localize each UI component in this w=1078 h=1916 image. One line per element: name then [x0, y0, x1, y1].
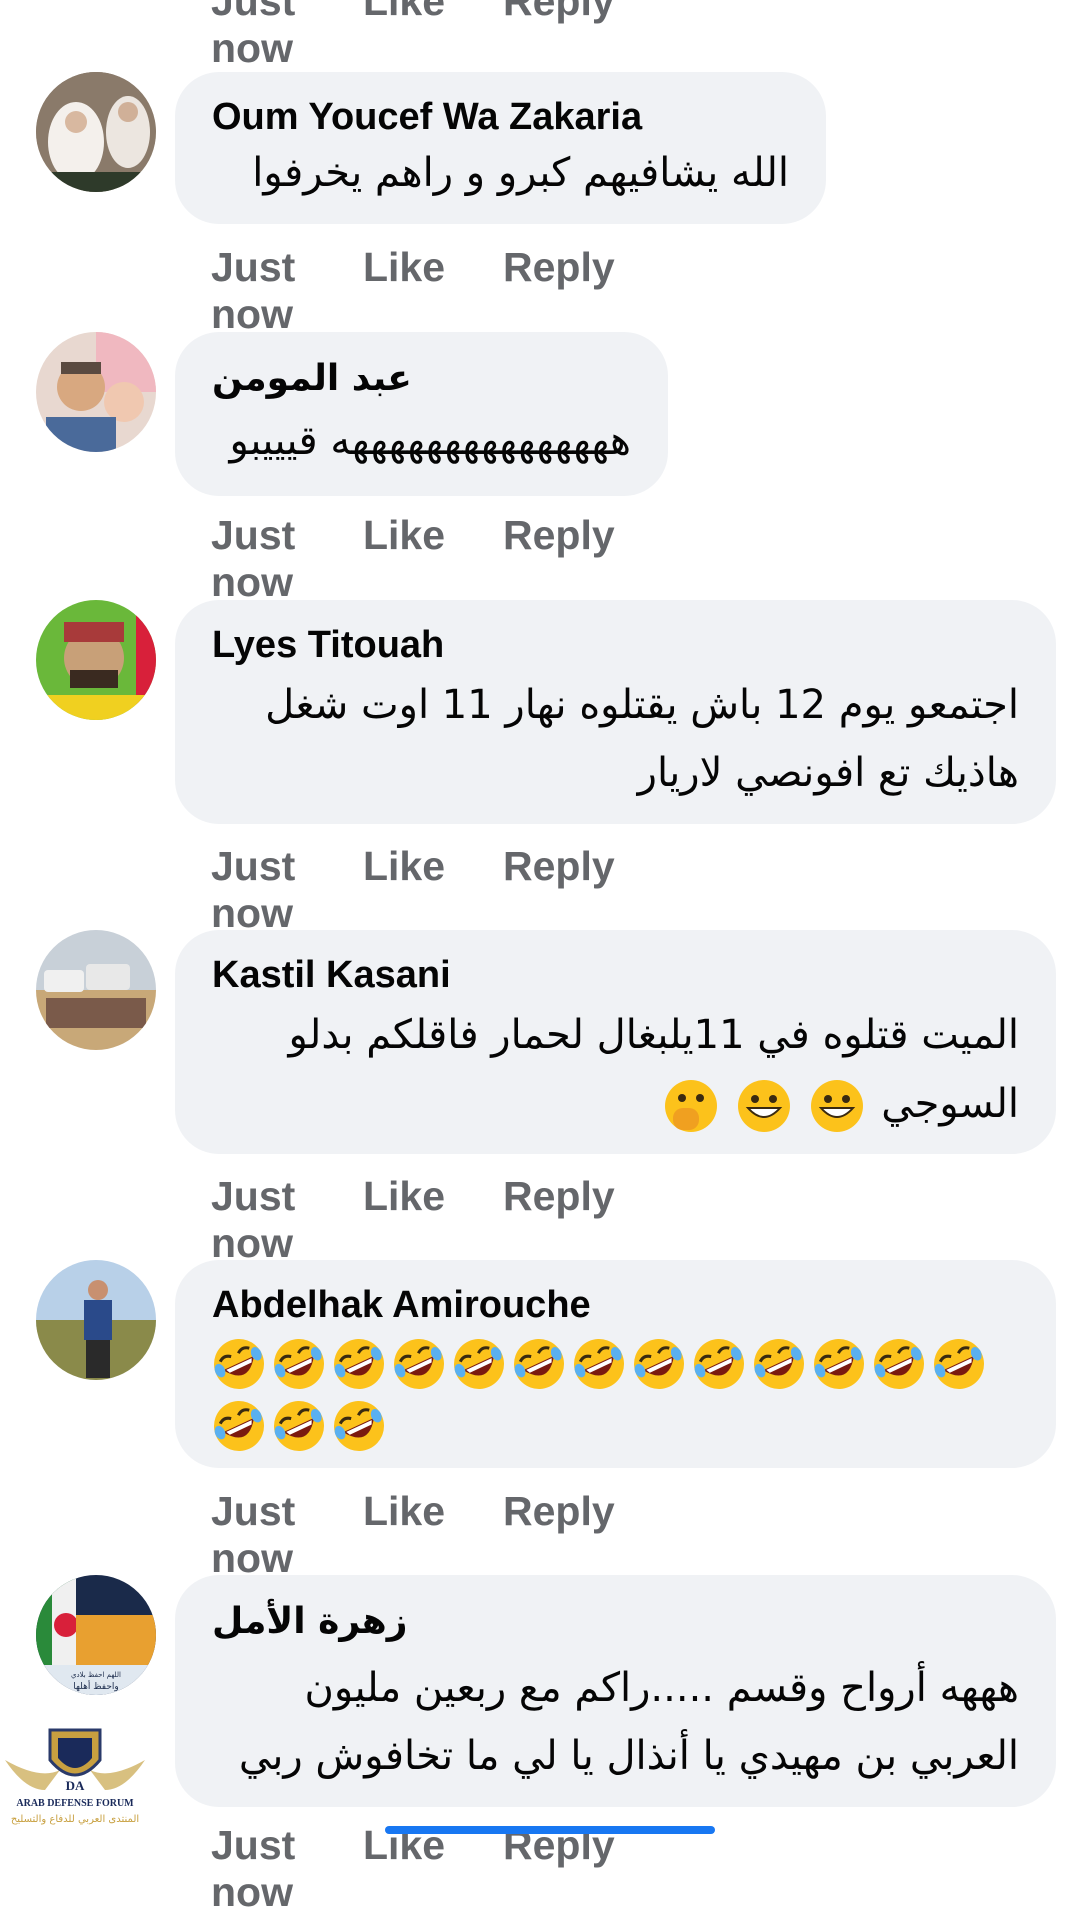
timestamp: Just now — [211, 843, 296, 936]
avatar-caption: واحفظ أهلها — [73, 1680, 118, 1692]
like-button[interactable]: Like — [363, 512, 503, 606]
comment-actions: Just now Like Reply — [211, 1822, 615, 1916]
comment-actions: Just now Like Reply — [211, 1488, 615, 1582]
avatar[interactable] — [36, 332, 156, 452]
reply-button[interactable]: Reply — [503, 1822, 615, 1916]
comment-bubble[interactable]: Lyes Titouah اجتمعو يوم 12 باش يقتلوه نه… — [175, 600, 1056, 824]
avatar[interactable]: اللهم احفظ بلادي واحفظ أهلها — [36, 1575, 156, 1695]
watermark-text-ar: المنتدى العربي للدفاع والتسليح — [11, 1814, 139, 1825]
comment-actions: Just now Like Reply — [211, 1173, 615, 1267]
rolling-laughing-icon — [454, 1339, 504, 1389]
rolling-laughing-icon — [934, 1339, 984, 1389]
avatar-caption: اللهم احفظ بلادي — [71, 1671, 121, 1679]
like-button[interactable]: Like — [363, 1488, 503, 1582]
comment-text-line: الميت قتلوه في 11يلبغال لحمار فاقلكم بدل… — [288, 1012, 1019, 1058]
comment-author[interactable]: Kastil Kasani — [212, 954, 451, 997]
rolling-laughing-icon — [634, 1339, 684, 1389]
comment-text-line: هاذيك تع افونصي لاريار — [637, 750, 1019, 796]
reply-button[interactable]: Reply — [503, 0, 615, 72]
rolling-laughing-icon — [514, 1339, 564, 1389]
like-button[interactable]: Like — [363, 843, 503, 937]
timestamp: Just now — [211, 0, 296, 71]
emoji-row — [211, 1398, 1031, 1460]
comment-text: الله يشافيهم كبرو و راهم يخرفوا — [252, 150, 789, 196]
avatar-image — [36, 72, 156, 192]
timestamp: Just now — [211, 1173, 296, 1266]
rolling-laughing-icon — [214, 1401, 264, 1451]
watermark-monogram: DA — [66, 1778, 85, 1793]
rolling-laughing-icon — [574, 1339, 624, 1389]
comment-author[interactable]: Oum Youcef Wa Zakaria — [212, 96, 642, 139]
avatar[interactable] — [36, 1260, 156, 1380]
watermark-logo: DA ARAB DEFENSE FORUM المنتدى العربي للد… — [0, 1720, 150, 1832]
comment-actions: Just now Like Reply — [211, 244, 615, 338]
like-button[interactable]: Like — [363, 1822, 503, 1916]
comment-bubble[interactable]: عبد المومن هههههههههههههههه قيييبو — [175, 332, 668, 496]
comment-author[interactable]: زهرة الأمل — [212, 1601, 407, 1642]
comment-text-line: هههه أرواح وقسم .....راكم مع ربعين مليون — [304, 1665, 1019, 1711]
grinning-face-icon — [810, 1080, 863, 1132]
comment-author[interactable]: عبد المومن — [212, 358, 412, 399]
timestamp: Just now — [211, 1822, 296, 1915]
comment-actions-0: Just now Like Reply — [211, 0, 615, 72]
rolling-laughing-icon — [334, 1401, 384, 1451]
grinning-face-icon — [737, 1080, 790, 1132]
comment-author[interactable]: Lyes Titouah — [212, 624, 444, 667]
reply-button[interactable]: Reply — [503, 1488, 615, 1582]
avatar-image: اللهم احفظ بلادي واحفظ أهلها — [36, 1575, 156, 1695]
avatar-image — [36, 1260, 156, 1380]
comment-text-line: اجتمعو يوم 12 باش يقتلوه نهار 11 اوت شغل — [265, 682, 1019, 728]
rolling-laughing-icon — [694, 1339, 744, 1389]
timestamp: Just now — [211, 1488, 296, 1581]
reply-button[interactable]: Reply — [503, 1173, 615, 1267]
comment-text-line: السوجي — [663, 1078, 1019, 1134]
emoji-row — [211, 1336, 1031, 1398]
rolling-laughing-icon — [214, 1339, 264, 1389]
reply-button[interactable]: Reply — [503, 512, 615, 606]
like-button[interactable]: Like — [363, 244, 503, 338]
comment-bubble[interactable]: Oum Youcef Wa Zakaria الله يشافيهم كبرو … — [175, 72, 826, 224]
comment-bubble[interactable]: Abdelhak Amirouche — [175, 1260, 1056, 1468]
watermark-text: ARAB DEFENSE FORUM — [16, 1798, 134, 1809]
reply-button[interactable]: Reply — [503, 244, 615, 338]
comment-author[interactable]: Abdelhak Amirouche — [212, 1284, 591, 1327]
avatar[interactable] — [36, 930, 156, 1050]
rolling-laughing-icon — [394, 1339, 444, 1389]
rolling-laughing-icon — [274, 1339, 324, 1389]
avatar-image — [36, 332, 156, 452]
avatar[interactable] — [36, 72, 156, 192]
like-button[interactable]: Like — [363, 0, 503, 72]
comment-text: هههههههههههههههه قيييبو — [229, 418, 631, 464]
emoji-rows — [211, 1336, 1031, 1460]
hand-over-mouth-icon — [665, 1080, 718, 1132]
comment-actions: Just now Like Reply — [211, 512, 615, 606]
comment-actions: Just now Like Reply — [211, 843, 615, 937]
avatar-image — [36, 930, 156, 1050]
rolling-laughing-icon — [814, 1339, 864, 1389]
rolling-laughing-icon — [754, 1339, 804, 1389]
reply-button[interactable]: Reply — [503, 843, 615, 937]
like-button[interactable]: Like — [363, 1173, 503, 1267]
comment-bubble[interactable]: زهرة الأمل هههه أرواح وقسم .....راكم مع … — [175, 1575, 1056, 1807]
comment-bubble[interactable]: Kastil Kasani الميت قتلوه في 11يلبغال لح… — [175, 930, 1056, 1154]
rolling-laughing-icon — [334, 1339, 384, 1389]
rolling-laughing-icon — [274, 1401, 324, 1451]
scroll-indicator — [385, 1826, 715, 1834]
comment-text-fragment: السوجي — [881, 1081, 1019, 1127]
avatar[interactable] — [36, 600, 156, 720]
avatar-image — [36, 600, 156, 720]
rolling-laughing-icon — [874, 1339, 924, 1389]
shield-icon: DA ARAB DEFENSE FORUM المنتدى العربي للد… — [5, 1728, 145, 1825]
timestamp: Just now — [211, 512, 296, 605]
comment-text-line: العربي بن مهيدي يا أنذال يا لي ما تخافوش… — [238, 1733, 1019, 1779]
timestamp: Just now — [211, 244, 296, 337]
